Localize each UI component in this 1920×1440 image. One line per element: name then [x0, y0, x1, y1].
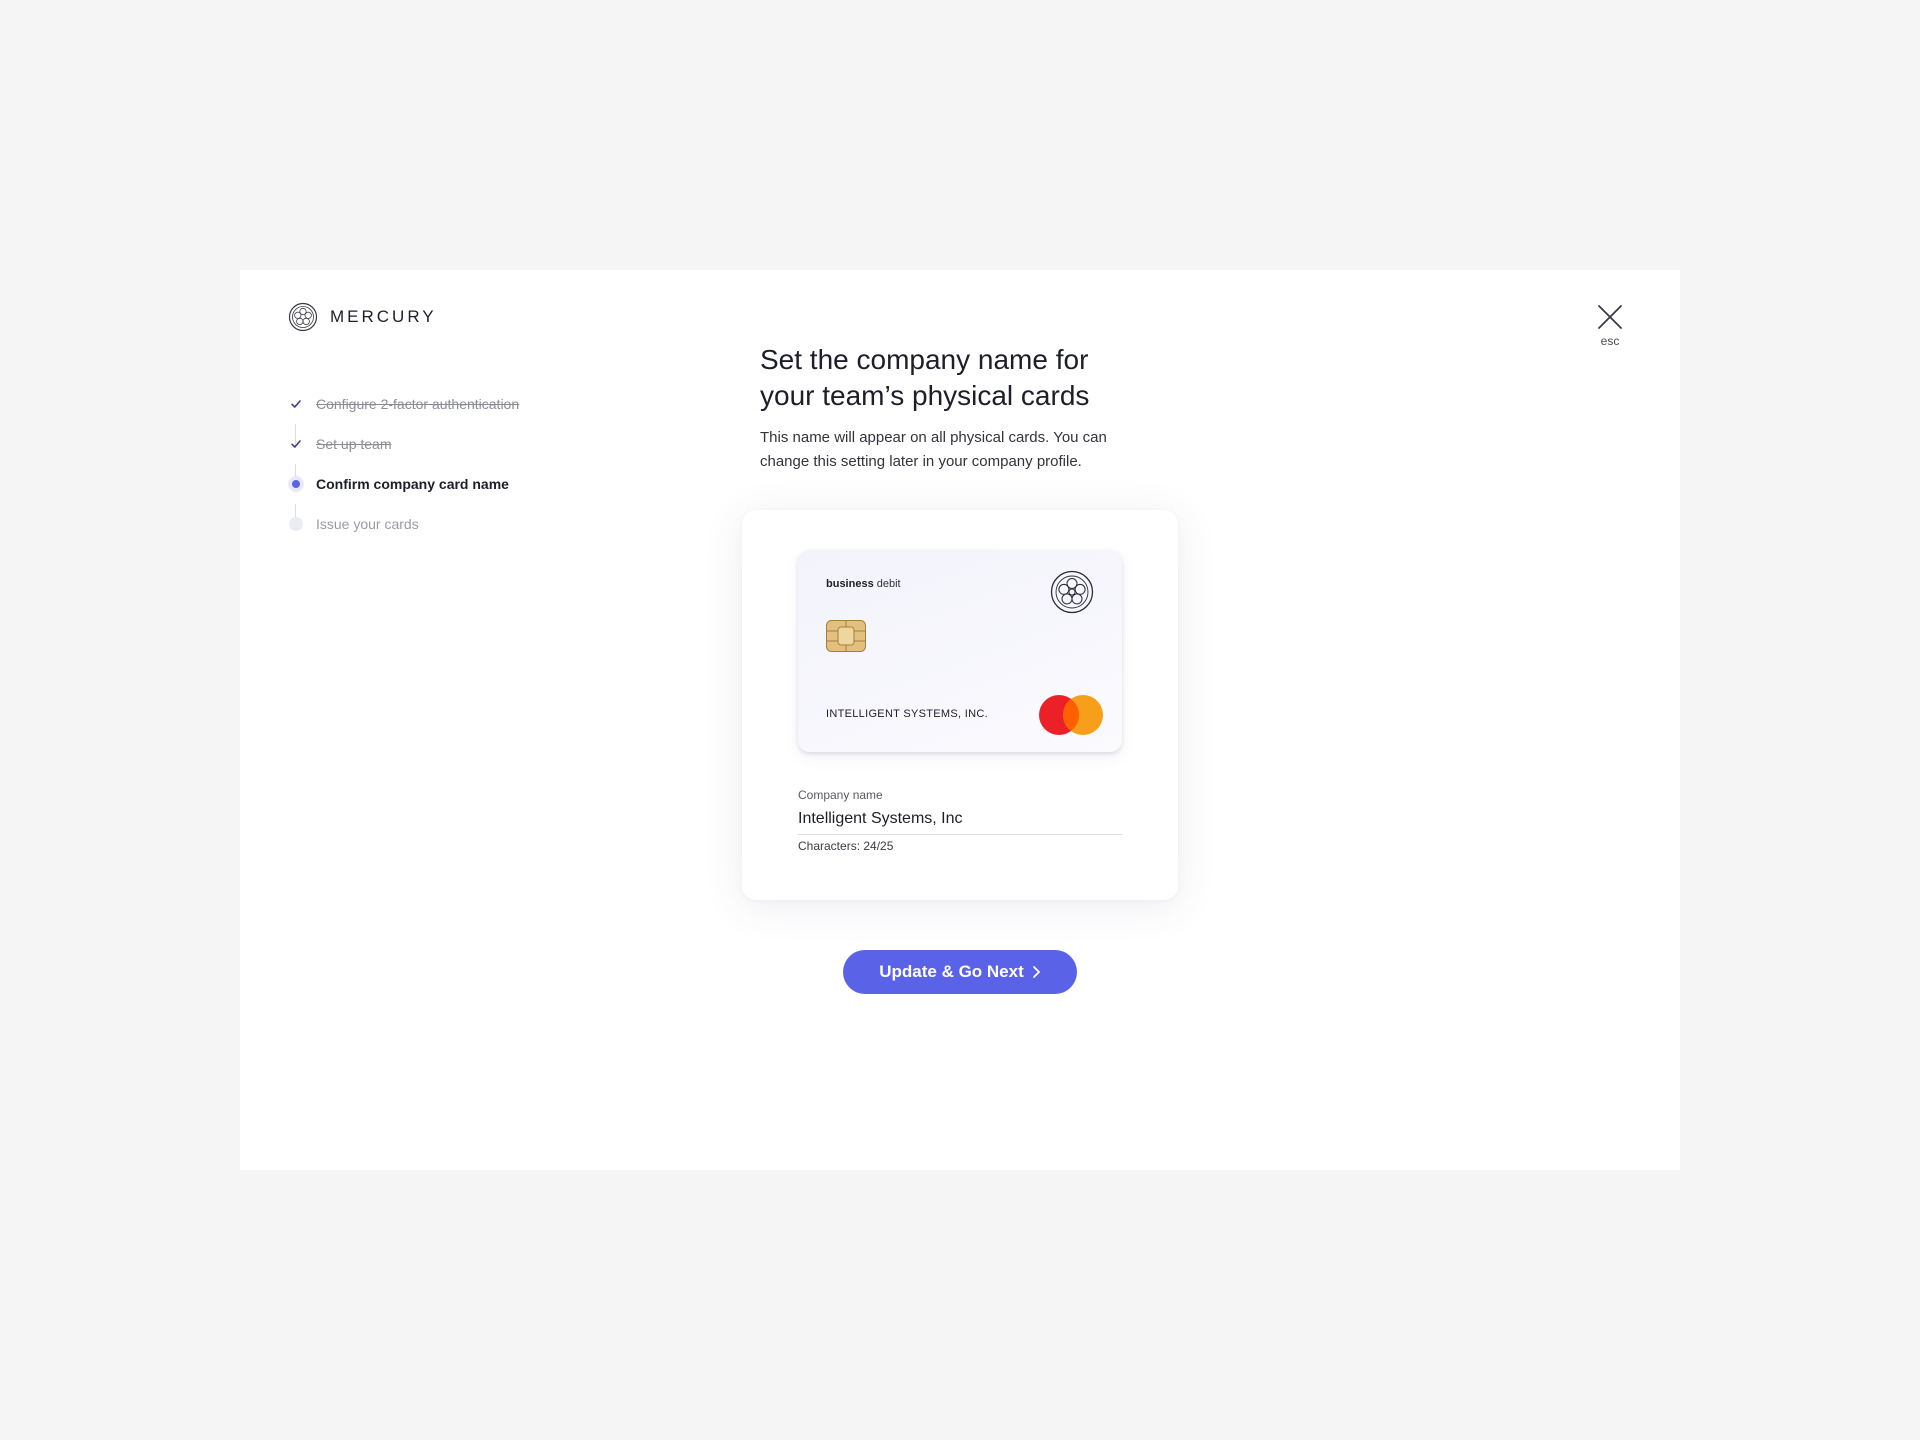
onboarding-modal: MERCURY Configure 2-factor authenticatio…	[240, 270, 1680, 1170]
character-count: Characters: 24/25	[798, 839, 894, 853]
close-button[interactable]: esc	[1586, 304, 1634, 348]
check-icon	[291, 400, 301, 408]
update-go-next-label: Update & Go Next	[879, 962, 1024, 981]
step-marker	[288, 436, 304, 488]
onboarding-steps: Configure 2-factor authentication Set up…	[288, 384, 519, 544]
step-configure-2fa[interactable]: Configure 2-factor authentication	[288, 384, 520, 448]
step-label: Set up team	[316, 436, 392, 452]
brand-name: MERCURY	[330, 307, 437, 326]
card-type-label: business debit	[826, 578, 901, 590]
page-description-line-1: This name will appear on all physical ca…	[760, 429, 1107, 446]
check-icon	[291, 440, 301, 448]
company-name-label: Company name	[798, 788, 883, 802]
update-go-next-button[interactable]: Update & Go Next	[843, 950, 1077, 994]
step-issue-cards[interactable]: Issue your cards	[288, 504, 519, 544]
page-description-line-2: change this setting later in your compan…	[760, 453, 1082, 470]
brand-logo: MERCURY	[288, 302, 437, 332]
card-settings-panel: business debit INTELLIGENT SYSTEMS, INC.	[742, 510, 1178, 900]
page-title: Set the company name for your team’s phy…	[760, 342, 1180, 414]
step-marker	[288, 476, 304, 528]
step-label: Issue your cards	[316, 516, 419, 532]
page-title-line-2: your team’s physical cards	[760, 380, 1090, 411]
step-label: Confirm company card name	[316, 476, 509, 492]
chevron-right-icon	[1032, 966, 1040, 978]
company-name-input[interactable]	[798, 808, 1122, 835]
step-marker	[288, 516, 304, 532]
step-marker	[288, 396, 304, 448]
mercury-logo-icon	[288, 302, 318, 332]
card-chip-icon	[826, 620, 866, 652]
page-description: This name will appear on all physical ca…	[760, 426, 1150, 474]
card-type-bold: business	[826, 578, 874, 590]
card-preview: business debit INTELLIGENT SYSTEMS, INC.	[798, 550, 1122, 752]
step-confirm-card-name[interactable]: Confirm company card name	[288, 464, 519, 528]
mastercard-logo-icon	[1039, 695, 1103, 735]
page-title-line-1: Set the company name for	[760, 344, 1089, 375]
mercury-emblem-icon	[1050, 570, 1094, 614]
pending-step-dot-icon	[289, 517, 303, 531]
close-icon	[1598, 305, 1622, 329]
card-type-rest: debit	[876, 578, 901, 590]
card-holder-name: INTELLIGENT SYSTEMS, INC.	[826, 708, 988, 720]
close-label: esc	[1600, 334, 1620, 348]
active-step-dot-icon	[292, 480, 300, 488]
step-set-up-team[interactable]: Set up team	[288, 424, 519, 488]
company-name-field: Company name Characters: 24/25	[798, 788, 1122, 853]
step-label: Configure 2-factor authentication	[316, 396, 520, 412]
